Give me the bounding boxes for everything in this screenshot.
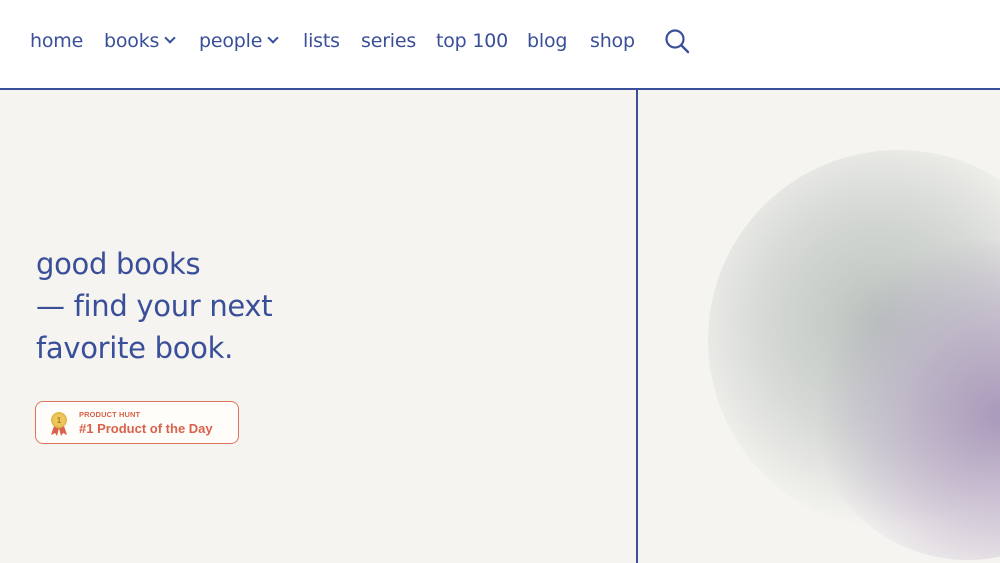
medal-number: 1 bbox=[57, 416, 62, 425]
nav-lists-link[interactable]: lists bbox=[303, 27, 340, 55]
nav-blog-link[interactable]: blog bbox=[527, 27, 567, 55]
nav-shop-link[interactable]: shop bbox=[590, 27, 635, 55]
hero-gradient-art bbox=[638, 90, 1000, 563]
badge-eyebrow: PRODUCT HUNT bbox=[79, 410, 141, 419]
nav-series-link[interactable]: series bbox=[361, 27, 416, 55]
chevron-down-icon bbox=[164, 32, 176, 44]
hero-heading: good books — find your next favorite boo… bbox=[36, 243, 436, 369]
product-hunt-badge[interactable]: 1 PRODUCT HUNT #1 Product of the Day bbox=[35, 401, 239, 444]
top-navigation: home books people lists series top 100 b… bbox=[0, 0, 1000, 90]
nav-people-label: people bbox=[199, 30, 263, 52]
nav-books-label: books bbox=[104, 30, 160, 52]
nav-books-menu[interactable]: books bbox=[104, 27, 176, 55]
hero-line: good books bbox=[36, 247, 201, 281]
search-icon[interactable] bbox=[664, 28, 690, 54]
chevron-down-icon bbox=[267, 32, 279, 44]
nav-people-menu[interactable]: people bbox=[199, 27, 279, 55]
nav-top100-link[interactable]: top 100 bbox=[436, 27, 508, 55]
nav-home-link[interactable]: home bbox=[30, 27, 83, 55]
hero-line: favorite book. bbox=[36, 331, 234, 365]
hero-line: — find your next bbox=[36, 289, 273, 323]
medal-icon: 1 bbox=[51, 412, 67, 436]
badge-title: #1 Product of the Day bbox=[79, 421, 213, 436]
